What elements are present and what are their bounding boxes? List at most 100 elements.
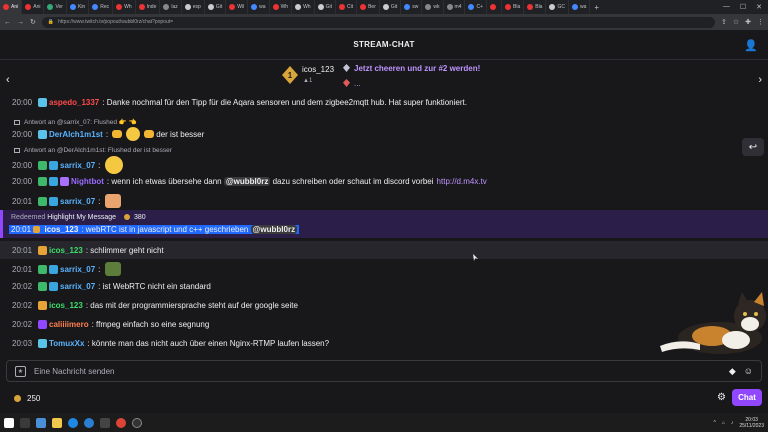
browser-tab[interactable]: Rec	[89, 0, 114, 14]
chat-message[interactable]: 20:00 sarrix_07:	[0, 156, 768, 174]
vip-badge-icon[interactable]	[38, 196, 47, 206]
address-bar[interactable]: 🔒 https://www.twitch.tv/popout/wubbl0rz/…	[41, 16, 715, 28]
bits-badge-icon[interactable]	[33, 226, 41, 234]
terminal-icon[interactable]	[100, 417, 110, 428]
browser-tab[interactable]: Cit	[336, 0, 358, 14]
sub-badge-icon[interactable]	[49, 264, 58, 274]
bits-icon[interactable]: ◆	[729, 366, 736, 377]
chat-message[interactable]: 20:01 sarrix_07:	[0, 262, 768, 276]
users-icon[interactable]: 👤	[744, 39, 758, 52]
browser-tab[interactable]: Ani	[0, 0, 23, 14]
browser-tab[interactable]: Ber	[357, 0, 380, 14]
verified-badge-icon[interactable]	[60, 177, 69, 186]
browser-tab[interactable]: Wil	[226, 0, 249, 14]
chat-message[interactable]: 20:01 sarrix_07:	[0, 194, 768, 208]
bits-badge-icon[interactable]	[38, 301, 47, 310]
edge-icon[interactable]	[68, 417, 78, 428]
reply-context[interactable]: Antwort an @sarrix_07: Flushed 👉 👈	[14, 118, 137, 126]
browser-tab[interactable]: GC	[546, 0, 569, 14]
menu-icon[interactable]: ⋮	[757, 18, 764, 26]
username[interactable]: DerAlch1m1st	[49, 130, 103, 139]
face-emote[interactable]	[104, 194, 121, 208]
username[interactable]: Nightbot	[71, 177, 104, 186]
system-clock[interactable]: 20:03 25/11/2023	[739, 417, 764, 429]
moderator-badge-icon[interactable]	[38, 177, 47, 186]
back-icon[interactable]: ←	[4, 19, 11, 26]
bits-badge-icon[interactable]	[38, 245, 47, 255]
browser-tab[interactable]: m4	[444, 0, 466, 14]
emoji-icon[interactable]: ☺	[744, 366, 753, 377]
browser-tab[interactable]: Wh	[270, 0, 293, 14]
message-link[interactable]: http://d.m4x.tv	[437, 177, 487, 186]
emote-picker-icon[interactable]: ★	[15, 365, 26, 377]
chevron-up-icon[interactable]: ^	[713, 420, 715, 426]
username[interactable]: TomuxXx	[49, 339, 84, 348]
vip-badge-icon[interactable]	[38, 160, 47, 170]
chat-input-box[interactable]: ★ ◆ ☺	[6, 360, 762, 382]
reload-icon[interactable]: ↻	[30, 18, 36, 26]
flushed-emote[interactable]	[126, 127, 141, 141]
forward-icon[interactable]: →	[17, 19, 24, 26]
sub-badge-icon[interactable]	[49, 177, 58, 186]
pointing-emote[interactable]	[112, 130, 123, 138]
browser-tab[interactable]: Bla	[502, 0, 525, 14]
username[interactable]: icos_123	[49, 246, 83, 255]
pickle-emote[interactable]	[104, 262, 121, 276]
start-icon[interactable]	[4, 417, 14, 428]
chat-message[interactable]: 20:00 Nightbot: wenn ich etwas übersehe …	[0, 177, 768, 186]
chat-input[interactable]	[34, 366, 729, 376]
browser-tab[interactable]: Git	[205, 0, 227, 14]
mention[interactable]: @wubbl0rz	[223, 177, 271, 186]
chevron-left-icon[interactable]: ‹	[6, 74, 10, 86]
subscriber-badge-icon[interactable]	[38, 129, 47, 139]
sub-badge-icon[interactable]	[49, 196, 58, 206]
github-icon[interactable]	[132, 417, 142, 428]
browser-tab[interactable]: wa	[569, 0, 591, 14]
chrome-icon[interactable]	[116, 417, 126, 428]
extension-icon[interactable]: ✚	[745, 18, 751, 26]
browser-tab[interactable]: sw	[401, 0, 423, 14]
browser-tab[interactable]: esp	[182, 0, 205, 14]
browser-tab[interactable]: wa	[248, 0, 270, 14]
settings-gear-icon[interactable]: ⚙	[717, 392, 726, 403]
chat-message[interactable]: 20:00 DerAlch1m1st: der ist besser	[0, 127, 768, 141]
sub-badge-icon[interactable]	[49, 160, 58, 170]
chat-send-button[interactable]: Chat	[732, 389, 762, 406]
flushed-emote[interactable]	[104, 156, 123, 174]
chat-message[interactable]: 20:00 aspedo_1337: Danke nochmal für den…	[0, 98, 768, 107]
username[interactable]: aspedo_1337	[49, 98, 99, 107]
search-icon[interactable]	[20, 417, 30, 428]
reply-context[interactable]: Antwort an @DerAlch1m1st: Flushed der is…	[14, 147, 172, 154]
volume-icon[interactable]: ♪	[731, 420, 734, 426]
close-icon[interactable]: ✕	[756, 3, 762, 11]
chevron-right-icon[interactable]: ›	[758, 74, 762, 86]
vip-badge-icon[interactable]	[38, 264, 47, 274]
browser-tab[interactable]	[487, 0, 502, 14]
prime-badge-icon[interactable]	[38, 320, 47, 329]
browser-tab[interactable]: Git	[315, 0, 336, 14]
browser-tab[interactable]: Ver	[44, 0, 67, 14]
subscriber-badge-icon[interactable]	[38, 339, 47, 348]
file-explorer-icon[interactable]	[52, 417, 62, 428]
browser-tab[interactable]: Ani	[22, 0, 45, 14]
browser-tab[interactable]: Git	[380, 0, 402, 14]
app-icon[interactable]	[84, 417, 94, 428]
minimize-icon[interactable]: —	[723, 3, 730, 11]
username[interactable]: sarrix_07	[60, 282, 95, 291]
task-view-icon[interactable]	[36, 417, 46, 428]
username[interactable]: sarrix_07	[60, 197, 95, 206]
username[interactable]: sarrix_07	[60, 161, 95, 170]
browser-tab[interactable]: Inde	[136, 0, 161, 14]
browser-tab[interactable]: Wh	[113, 0, 136, 14]
reply-button[interactable]: ↩	[742, 138, 764, 156]
browser-tab[interactable]: Bla	[524, 0, 547, 14]
username[interactable]: caliiiimero	[49, 320, 89, 329]
highlighted-message[interactable]: Redeemed Highlight My Message 380 20:01 …	[0, 210, 768, 238]
share-icon[interactable]: ⇪	[721, 18, 727, 26]
username[interactable]: sarrix_07	[60, 265, 95, 274]
new-tab-button[interactable]: +	[594, 3, 599, 12]
browser-tab[interactable]: Wh	[292, 0, 315, 14]
username[interactable]: icos_123	[49, 301, 83, 310]
subscriber-badge-icon[interactable]	[38, 98, 47, 107]
sub-badge-icon[interactable]	[49, 282, 58, 291]
